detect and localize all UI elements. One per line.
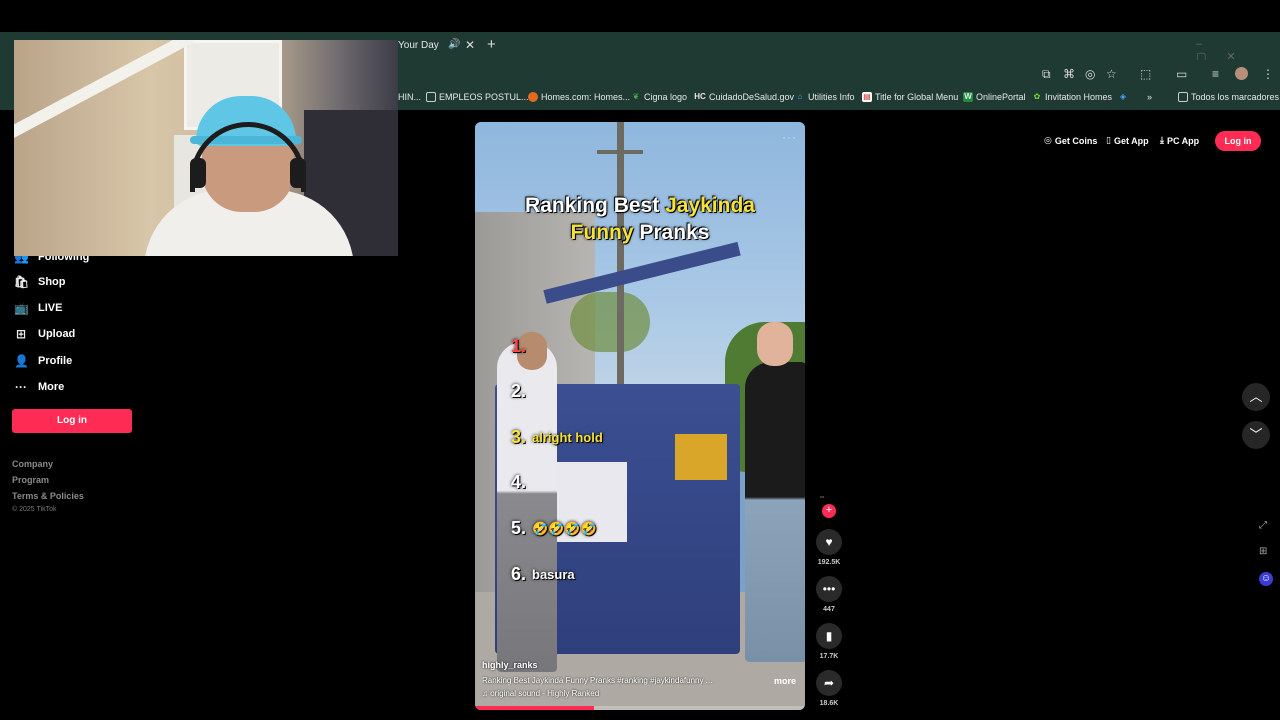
install-icon[interactable]: ⧉ bbox=[1042, 67, 1051, 82]
bookmark-item[interactable]: ✿ Invitation Homes bbox=[1032, 92, 1112, 102]
rank-item: 3. alright hold bbox=[511, 427, 603, 447]
rank-item: 6. basura bbox=[511, 564, 575, 584]
profile-icon: 👤 bbox=[14, 354, 29, 368]
bookmark-folder[interactable]: EMPLEOS POSTUL... bbox=[426, 92, 529, 102]
cigna-icon: ❦ bbox=[632, 92, 640, 101]
download-icon: ⤓ bbox=[1160, 135, 1164, 145]
sidebar-item-upload[interactable]: ⊞ Upload bbox=[14, 327, 75, 341]
upload-icon: ⊞ bbox=[15, 327, 27, 341]
sidebar-item-more[interactable]: ··· More bbox=[14, 380, 64, 394]
video-author[interactable]: highly_ranks bbox=[482, 660, 538, 670]
speaker-icon[interactable]: 🔊 bbox=[448, 39, 460, 50]
follow-plus-button[interactable]: + bbox=[822, 504, 836, 518]
rank-item: 4. bbox=[511, 472, 527, 492]
doc-icon: ▤ bbox=[862, 92, 872, 102]
translate-icon[interactable]: ⌘ bbox=[1063, 67, 1075, 81]
bookmark-item[interactable]: ◈ bbox=[1118, 92, 1128, 102]
comment-count: 447 bbox=[823, 606, 835, 613]
rank-item: 2. bbox=[511, 381, 527, 401]
phone-icon: ▯ bbox=[1106, 135, 1111, 145]
bookmark-folder[interactable]: Todos los marcadores bbox=[1178, 92, 1279, 102]
get-app-link[interactable]: ▯ Get App bbox=[1106, 135, 1149, 146]
bookmarks-overflow-icon[interactable]: » bbox=[1147, 92, 1152, 102]
share-action[interactable]: ➦ 18.6K bbox=[816, 670, 842, 707]
like-count: 192.5K bbox=[817, 559, 841, 566]
account-avatar[interactable] bbox=[1235, 67, 1248, 80]
footer-link-program[interactable]: Program bbox=[12, 475, 49, 485]
hc-icon: HC bbox=[694, 92, 706, 101]
bookmark-item[interactable]: Homes.com: Homes... bbox=[528, 92, 630, 102]
footer-link-terms[interactable]: Terms & Policies bbox=[12, 491, 84, 501]
rank-item: 5. 🤣🤣🤣🤣 bbox=[511, 518, 597, 538]
coin-icon: ◎ bbox=[1044, 135, 1052, 145]
sidebar-item-profile[interactable]: 👤 Profile bbox=[14, 354, 72, 368]
copyright: © 2025 TikTok bbox=[12, 506, 57, 513]
w-icon: W bbox=[963, 92, 973, 102]
get-coins-link[interactable]: ◎ Get Coins bbox=[1044, 135, 1097, 146]
grid-icon[interactable]: ⊞ bbox=[1259, 546, 1267, 557]
folder-icon bbox=[1178, 92, 1188, 102]
save-count: 17.7K bbox=[819, 653, 839, 660]
tab-title[interactable]: Your Day bbox=[398, 40, 439, 51]
shop-icon: 🛍 bbox=[14, 275, 30, 289]
browser-titlebar bbox=[0, 0, 1280, 32]
bookmark-item[interactable]: ▤ Title for Global Menu bbox=[862, 92, 958, 102]
save-action[interactable]: ▮ 17.7K bbox=[816, 623, 842, 660]
sidebar-item-live[interactable]: 📺 LIVE bbox=[14, 301, 62, 315]
bookmark-item[interactable]: ⌂ Utilities Info bbox=[795, 92, 855, 102]
bookmark-item[interactable]: ❦ Cigna logo bbox=[631, 92, 687, 102]
creator-avatar[interactable]: ••• bbox=[820, 494, 824, 499]
live-icon: 📺 bbox=[14, 301, 29, 315]
pc-app-link[interactable]: ⤓ PC App bbox=[1160, 135, 1199, 146]
bot-icon[interactable]: ☺ bbox=[1259, 572, 1273, 586]
bookmark-item[interactable]: HIN... bbox=[398, 92, 421, 102]
video-progress-fill bbox=[475, 706, 594, 710]
video-player[interactable]: Ranking Best Jaykinda Funny Pranks 1. 2. … bbox=[475, 122, 805, 710]
share-icon: ➦ bbox=[816, 670, 842, 696]
more-icon: ··· bbox=[15, 380, 27, 394]
tab-close-icon[interactable]: ✕ bbox=[465, 38, 475, 52]
comment-icon: ••• bbox=[816, 576, 842, 602]
webcam-overlay bbox=[14, 40, 398, 256]
menu-kebab-icon[interactable]: ⋮ bbox=[1262, 67, 1274, 81]
sidebar-item-shop[interactable]: 🛍 Shop bbox=[14, 275, 66, 289]
star-icon[interactable]: ☆ bbox=[1106, 67, 1117, 81]
like-action[interactable]: ♥ 192.5K bbox=[816, 529, 842, 566]
homes-icon bbox=[528, 92, 538, 102]
bookmark-icon: ▮ bbox=[816, 623, 842, 649]
extensions-icon[interactable]: ⬚ bbox=[1140, 67, 1151, 81]
comment-action[interactable]: ••• 447 bbox=[816, 576, 842, 613]
chevron-up-icon: ︿ bbox=[1249, 389, 1263, 404]
new-tab-button[interactable]: + bbox=[487, 36, 496, 53]
video-description: Ranking Best Jaykinda Funny Pranks #rank… bbox=[482, 676, 713, 685]
media-icon[interactable]: ≡ bbox=[1212, 67, 1219, 81]
header-login-button[interactable]: Log in bbox=[1215, 131, 1261, 151]
bookmark-item[interactable]: W OnlinePortal bbox=[963, 92, 1026, 102]
leaf-icon: ✿ bbox=[1033, 92, 1041, 101]
eye-off-icon[interactable]: ◎ bbox=[1085, 67, 1095, 81]
expand-icon[interactable]: ⤢ bbox=[1259, 520, 1267, 531]
sidepanel-icon[interactable]: ▭ bbox=[1176, 67, 1187, 81]
footer-link-company[interactable]: Company bbox=[12, 459, 53, 469]
previous-video-button[interactable]: ︿ bbox=[1242, 383, 1270, 411]
chevron-down-icon: ﹀ bbox=[1249, 427, 1263, 442]
heart-icon: ♥ bbox=[816, 529, 842, 555]
video-sound[interactable]: ♫ original sound - Highly Ranked bbox=[482, 689, 599, 698]
rank-item: 1. bbox=[511, 336, 527, 356]
bookmark-item[interactable]: HC CuidadoDeSalud.gov bbox=[694, 92, 794, 102]
sidebar-login-button[interactable]: Log in bbox=[12, 409, 132, 433]
home-icon: ⌂ bbox=[797, 92, 803, 101]
folder-icon bbox=[426, 92, 436, 102]
diamond-icon: ◈ bbox=[1119, 92, 1127, 101]
video-title-overlay: Ranking Best Jaykinda Funny Pranks bbox=[525, 194, 755, 244]
next-video-button[interactable]: ﹀ bbox=[1242, 421, 1270, 449]
video-progress-bar[interactable] bbox=[475, 706, 805, 710]
more-link[interactable]: more bbox=[774, 676, 796, 686]
video-options-icon[interactable]: ··· bbox=[782, 130, 797, 144]
share-count: 18.6K bbox=[819, 700, 839, 707]
